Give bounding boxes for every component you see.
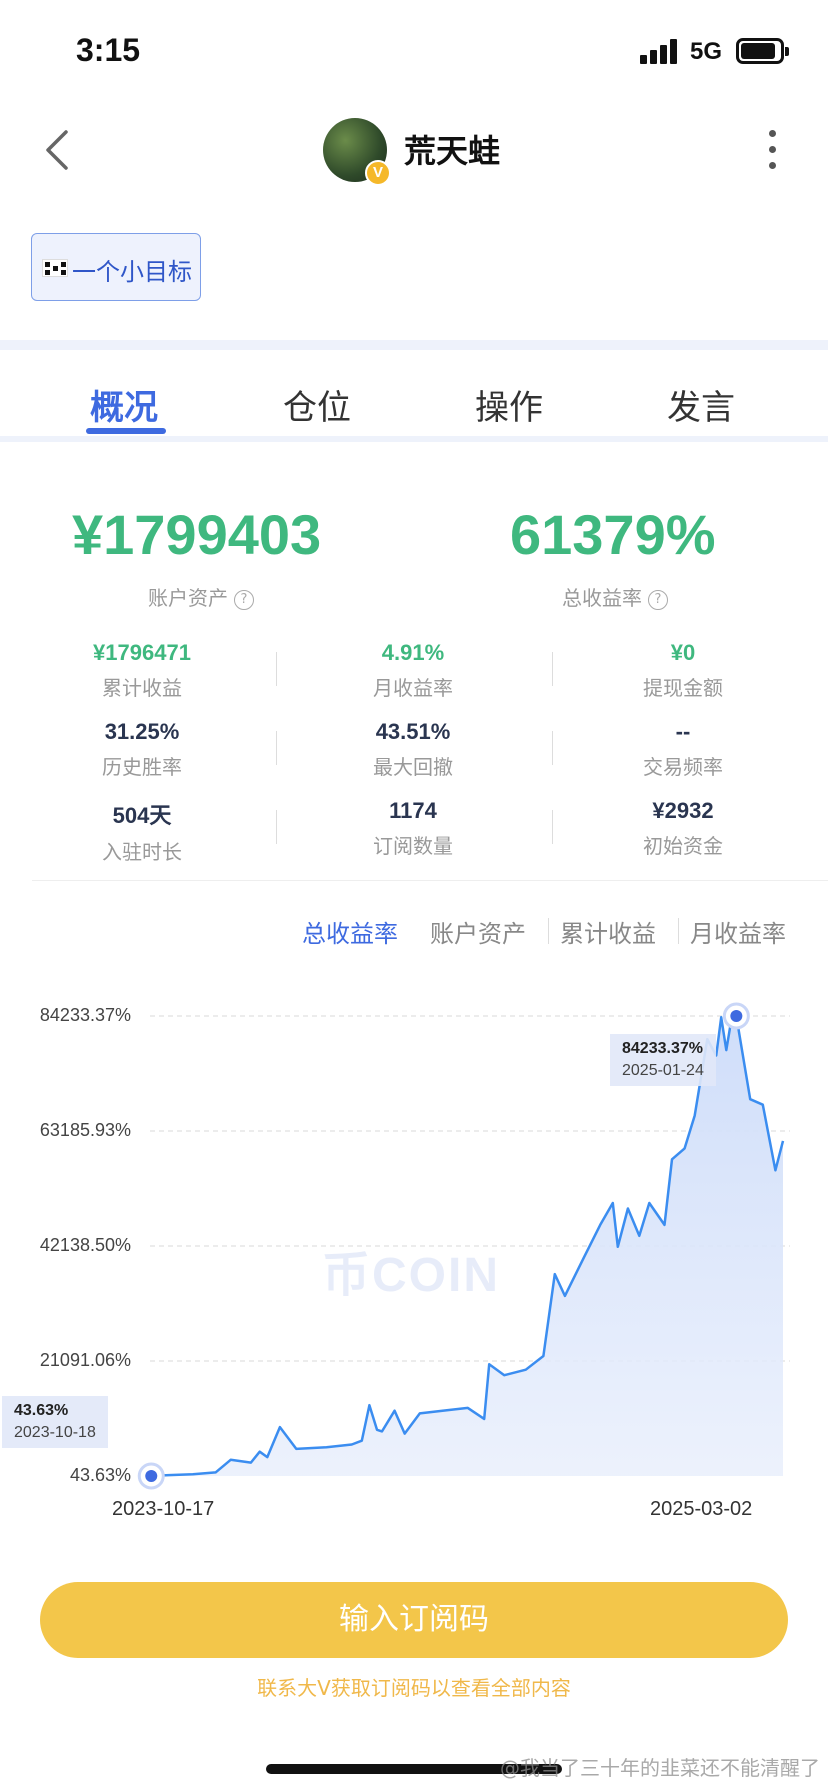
strategy-tag[interactable]: 一个小目标 [31,233,201,301]
stat-value: ¥2932 [652,798,714,823]
chart-tab-divider [678,918,679,944]
stat-divider [276,810,277,844]
stat-value: 4.91% [381,640,445,665]
stat-divider [552,731,553,765]
account-assets-value: ¥1799403 [72,503,322,566]
stat-win-rate: 31.25% 历史胜率 [42,719,242,780]
chart-point-marker-dot [145,1470,158,1482]
stat-label: 提现金额 [643,676,723,700]
stat-trade-frequency: -- 交易频率 [583,719,783,780]
chart-tab-account-assets[interactable]: 账户资产 [430,914,526,949]
more-options-button[interactable] [760,126,784,174]
active-tab-indicator [86,428,166,434]
y-tick-label: 84233.37% [39,1005,131,1025]
tab-posts[interactable]: 发言 [667,380,735,429]
tooltip-date: 2025-01-24 [622,1062,704,1079]
stat-divider [552,652,553,686]
chart-tab-cumulative-profit[interactable]: 累计收益 [560,914,656,949]
stat-label: 初始资金 [643,834,723,858]
stat-label: 交易频率 [643,755,723,779]
stat-withdrawal: ¥0 提现金额 [583,640,783,701]
stat-divider [276,652,277,686]
tooltip-date: 2023-10-18 [14,1424,96,1441]
stat-value: 43.51% [375,719,451,744]
chart-tab-total-return[interactable]: 总收益率 [302,914,398,949]
stat-divider [552,810,553,844]
profile-tabs: 概况 仓位 操作 发言 [0,360,828,440]
stat-label: 月收益率 [373,676,453,700]
stat-max-drawdown: 43.51% 最大回撤 [313,719,513,780]
status-time: 3:15 [76,32,141,68]
stat-subscriptions: 1174 订阅数量 [313,798,513,859]
stat-monthly-return: 4.91% 月收益率 [313,640,513,701]
help-icon[interactable]: ? [234,589,254,610]
x-tick-label: 2025-03-02 [650,1498,753,1520]
y-tick-label: 63185.93% [39,1120,131,1140]
stat-label: 最大回撤 [373,755,453,779]
cellular-signal-icon [640,38,678,64]
tab-operations[interactable]: 操作 [475,380,543,429]
stat-value: 1174 [389,798,437,823]
stat-value: 31.25% [104,719,180,744]
total-return-label: 总收益率? [562,582,668,611]
stat-divider [276,731,277,765]
account-assets-label-text: 账户资产 [148,586,228,610]
section-divider [0,340,828,350]
stat-value: ¥0 [670,640,696,665]
network-type: 5G [690,38,723,65]
chevron-left-icon [46,130,68,170]
tooltip-value: 84233.37% [622,1040,703,1057]
enter-subscription-code-button[interactable]: 输入订阅码 [40,1582,788,1658]
strategy-tag-label: 一个小目标 [72,258,192,286]
tooltip-value: 43.63% [14,1402,69,1419]
back-button[interactable] [38,126,78,174]
subscription-hint: 联系大V获取订阅码以查看全部内容 [257,1676,571,1700]
stat-cumulative-profit: ¥1796471 累计收益 [42,640,242,701]
status-bar: 3:15 5G [0,0,828,100]
chart-point-marker [137,1462,165,1490]
chart-point-marker-dot [730,1010,743,1022]
y-tick-label: 42138.50% [39,1235,131,1255]
okx-logo-icon [42,259,68,277]
help-icon[interactable]: ? [648,589,668,610]
tabs-divider [0,436,828,442]
stat-label: 历史胜率 [102,755,182,779]
stat-initial-capital: ¥2932 初始资金 [583,798,783,859]
y-tick-label: 21091.06% [39,1350,131,1370]
nav-header: V 荒天蛙 [0,100,828,210]
battery-icon [736,38,789,64]
stat-value: -- [675,719,691,744]
stat-label: 入驻时长 [102,840,182,864]
chart-point-marker [722,1002,750,1030]
y-tick-label: 43.63% [69,1465,131,1485]
verified-badge: V [365,160,391,186]
stat-value: 504天 [112,803,172,828]
tab-positions[interactable]: 仓位 [283,380,351,429]
x-tick-label: 2023-10-17 [112,1498,215,1520]
avatar[interactable]: V [323,118,391,186]
account-assets-label: 账户资产? [148,582,254,611]
stat-tenure: 504天 入驻时长 [42,798,242,865]
total-return-label-text: 总收益率 [562,586,642,610]
stat-label: 累计收益 [102,676,182,700]
chart-tooltip-peak: 84233.37% 2025-01-24 [610,1034,716,1086]
watermark: 币COIN [322,1249,501,1302]
stat-value: ¥1796471 [93,640,191,665]
more-vertical-icon [760,130,784,169]
total-return-value: 61379% [510,503,716,566]
section-divider [32,880,828,881]
source-credit: @我当了三十年的韭菜还不能清醒了 [500,1756,820,1780]
chart-tab-divider [548,918,549,944]
chart-tab-monthly-return[interactable]: 月收益率 [690,914,786,949]
chart-tooltip-start: 43.63% 2023-10-18 [2,1396,108,1448]
tab-overview[interactable]: 概况 [90,380,158,429]
stat-label: 订阅数量 [373,834,453,858]
profile-name: 荒天蛙 [404,132,501,170]
